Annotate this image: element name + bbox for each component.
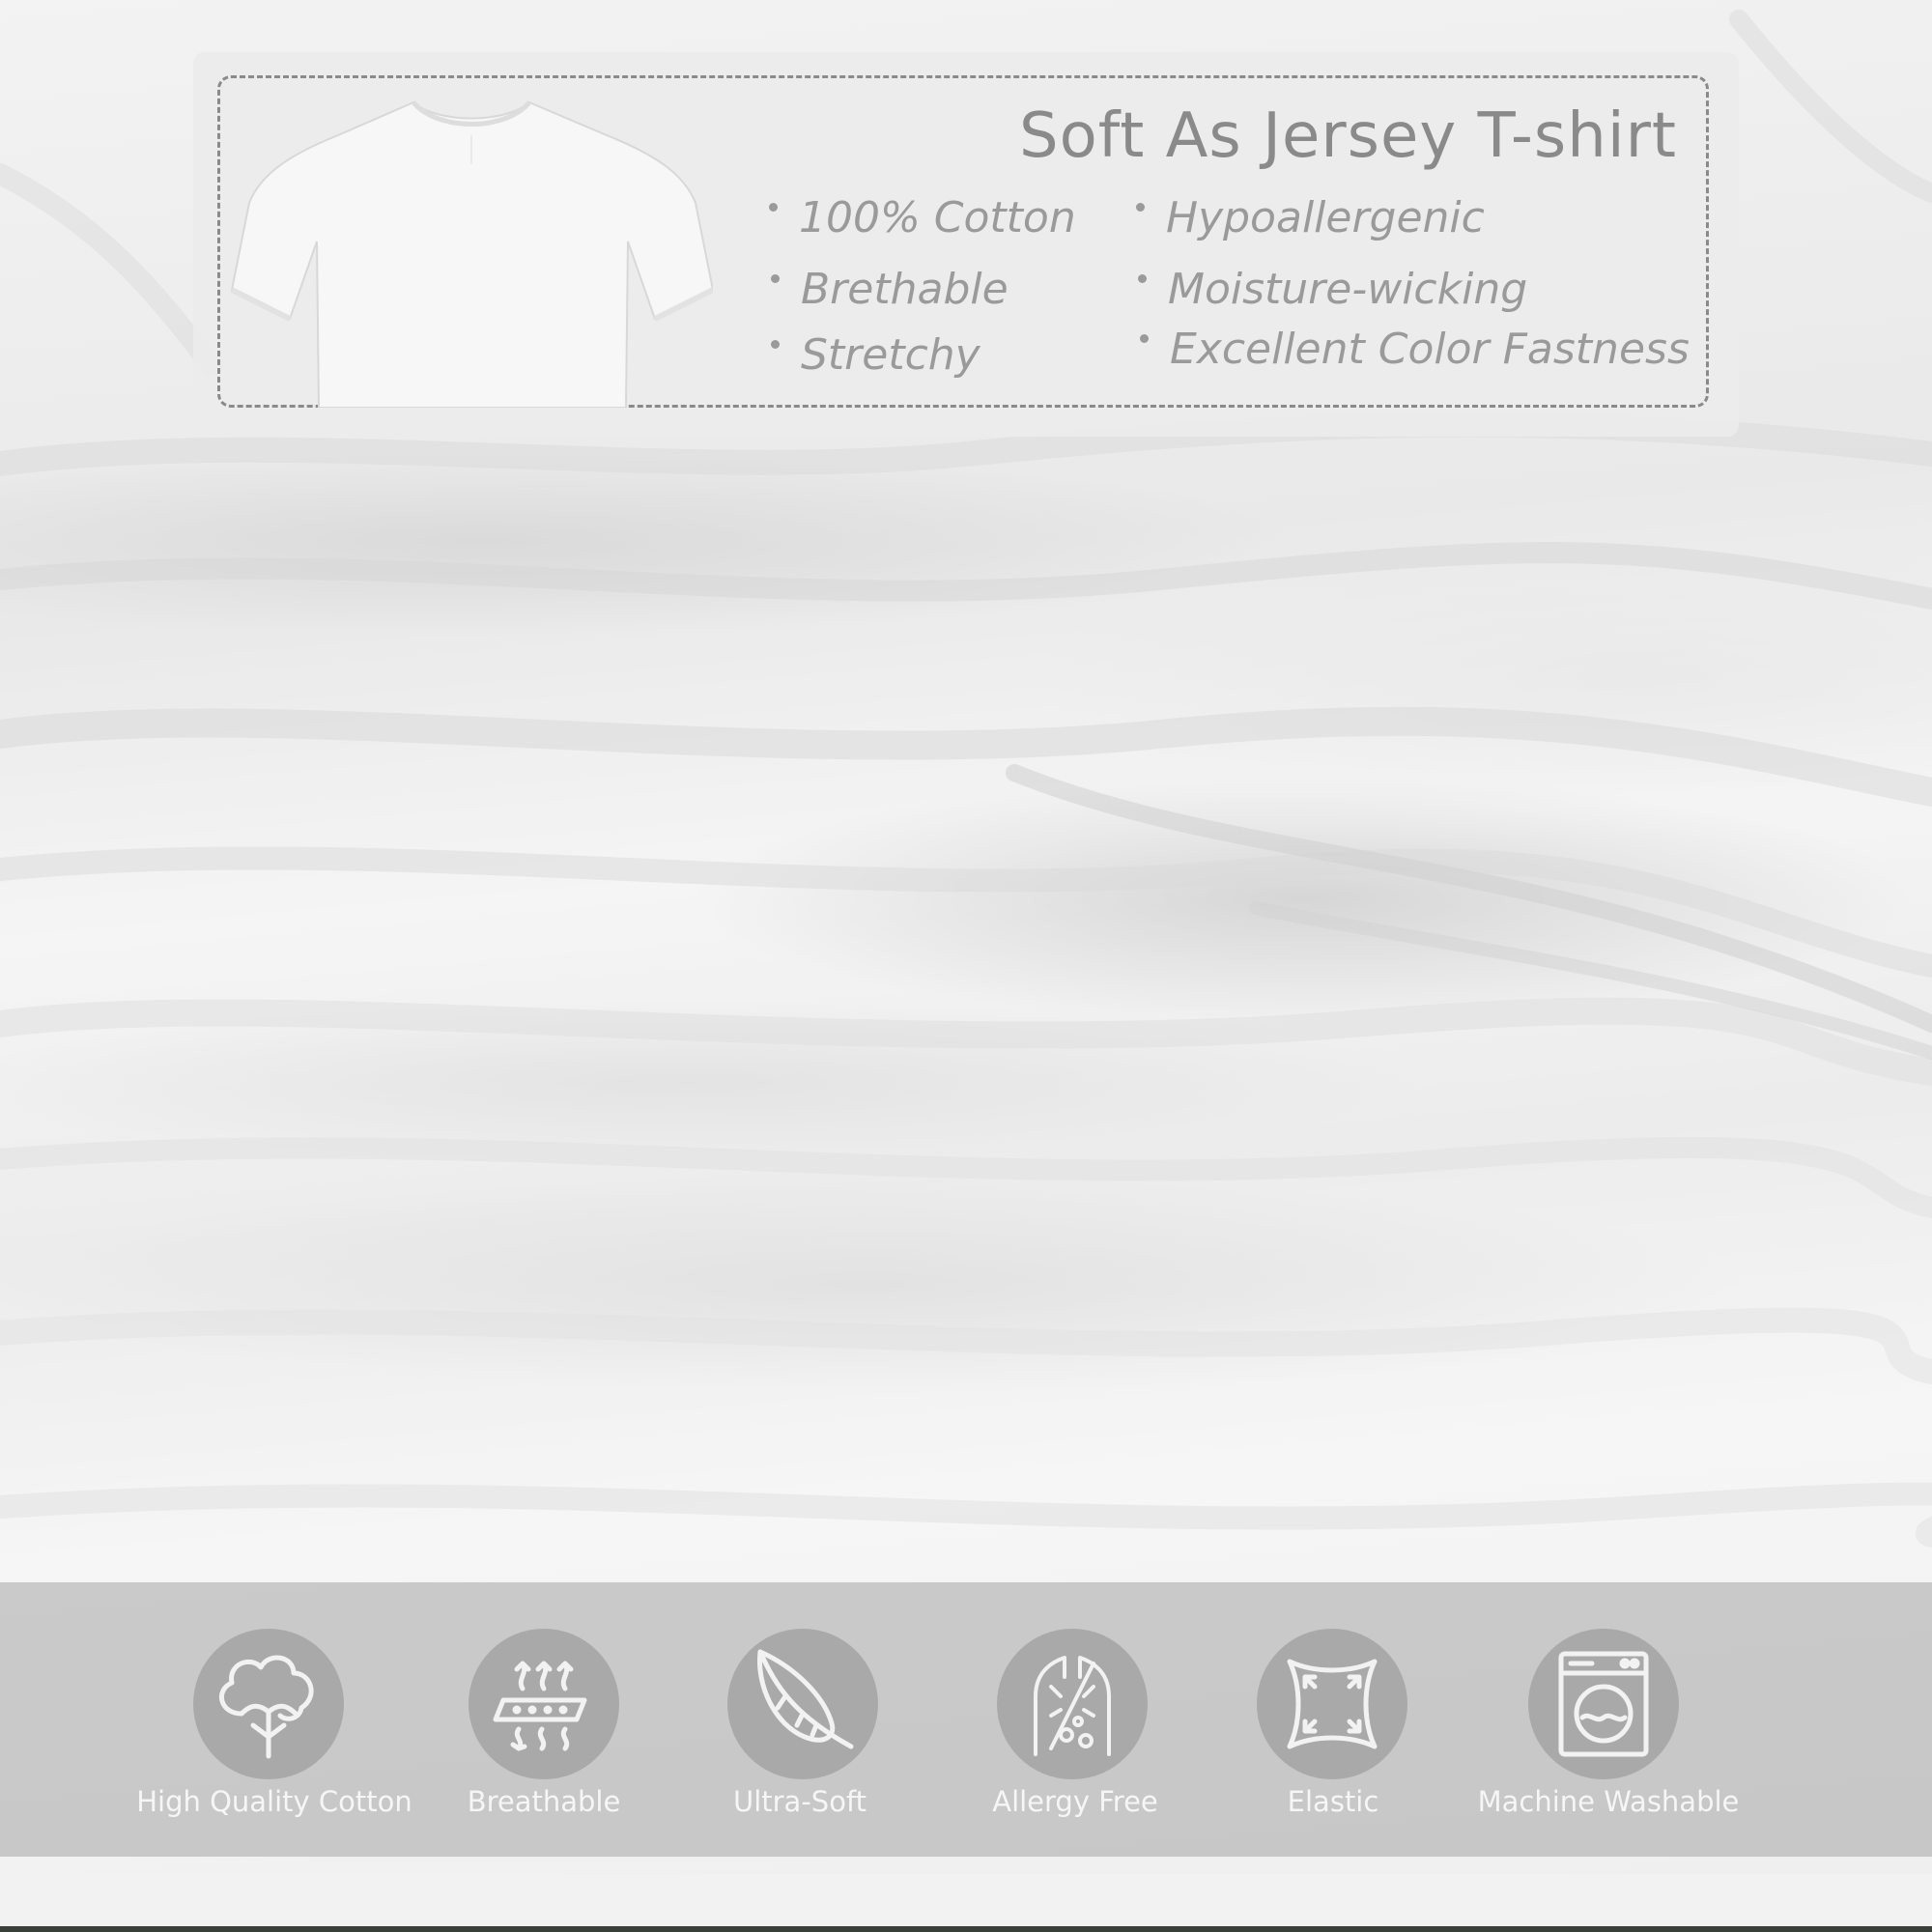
bullet-icon xyxy=(1136,202,1145,212)
product-info-card: Soft As Jersey T-shirt 100% Cotton Breth… xyxy=(193,52,1739,437)
allergy-free-icon xyxy=(997,1629,1148,1779)
badge-label: Breathable xyxy=(467,1785,621,1818)
feature-item: Excellent Color Fastness xyxy=(1140,325,1690,374)
feature-label: 100% Cotton xyxy=(799,193,1076,242)
stretch-fabric-icon xyxy=(1257,1629,1407,1779)
bullet-icon xyxy=(1138,273,1147,283)
feature-item: Hypoallergenic xyxy=(1136,193,1485,242)
bullet-icon xyxy=(1140,333,1149,343)
bullet-icon xyxy=(769,202,778,212)
card-title: Soft As Jersey T-shirt xyxy=(1019,100,1677,172)
feature-label: Excellent Color Fastness xyxy=(1170,325,1690,374)
feature-label: Stretchy xyxy=(801,330,980,380)
badge-label: Machine Washable xyxy=(1477,1785,1740,1818)
feature-label: Moisture-wicking xyxy=(1168,265,1528,314)
feather-icon xyxy=(727,1629,878,1779)
bullet-icon xyxy=(771,273,780,283)
feature-item: Brethable xyxy=(771,265,1009,314)
feature-item: Moisture-wicking xyxy=(1138,265,1527,314)
feature-label: Brethable xyxy=(801,265,1009,314)
feature-item: 100% Cotton xyxy=(769,193,1076,242)
badge-label: Elastic xyxy=(1287,1785,1379,1818)
washing-machine-icon xyxy=(1528,1629,1679,1779)
bullet-icon xyxy=(771,339,780,349)
feature-label: Hypoallergenic xyxy=(1166,193,1485,242)
badge-label: High Quality Cotton xyxy=(136,1785,412,1818)
cotton-boll-icon xyxy=(193,1629,344,1779)
tshirt-image xyxy=(230,100,713,408)
badge-label: Allergy Free xyxy=(992,1785,1158,1818)
feature-item: Stretchy xyxy=(771,330,980,380)
breathable-layers-icon xyxy=(469,1629,619,1779)
badge-label: Ultra-Soft xyxy=(732,1785,867,1818)
